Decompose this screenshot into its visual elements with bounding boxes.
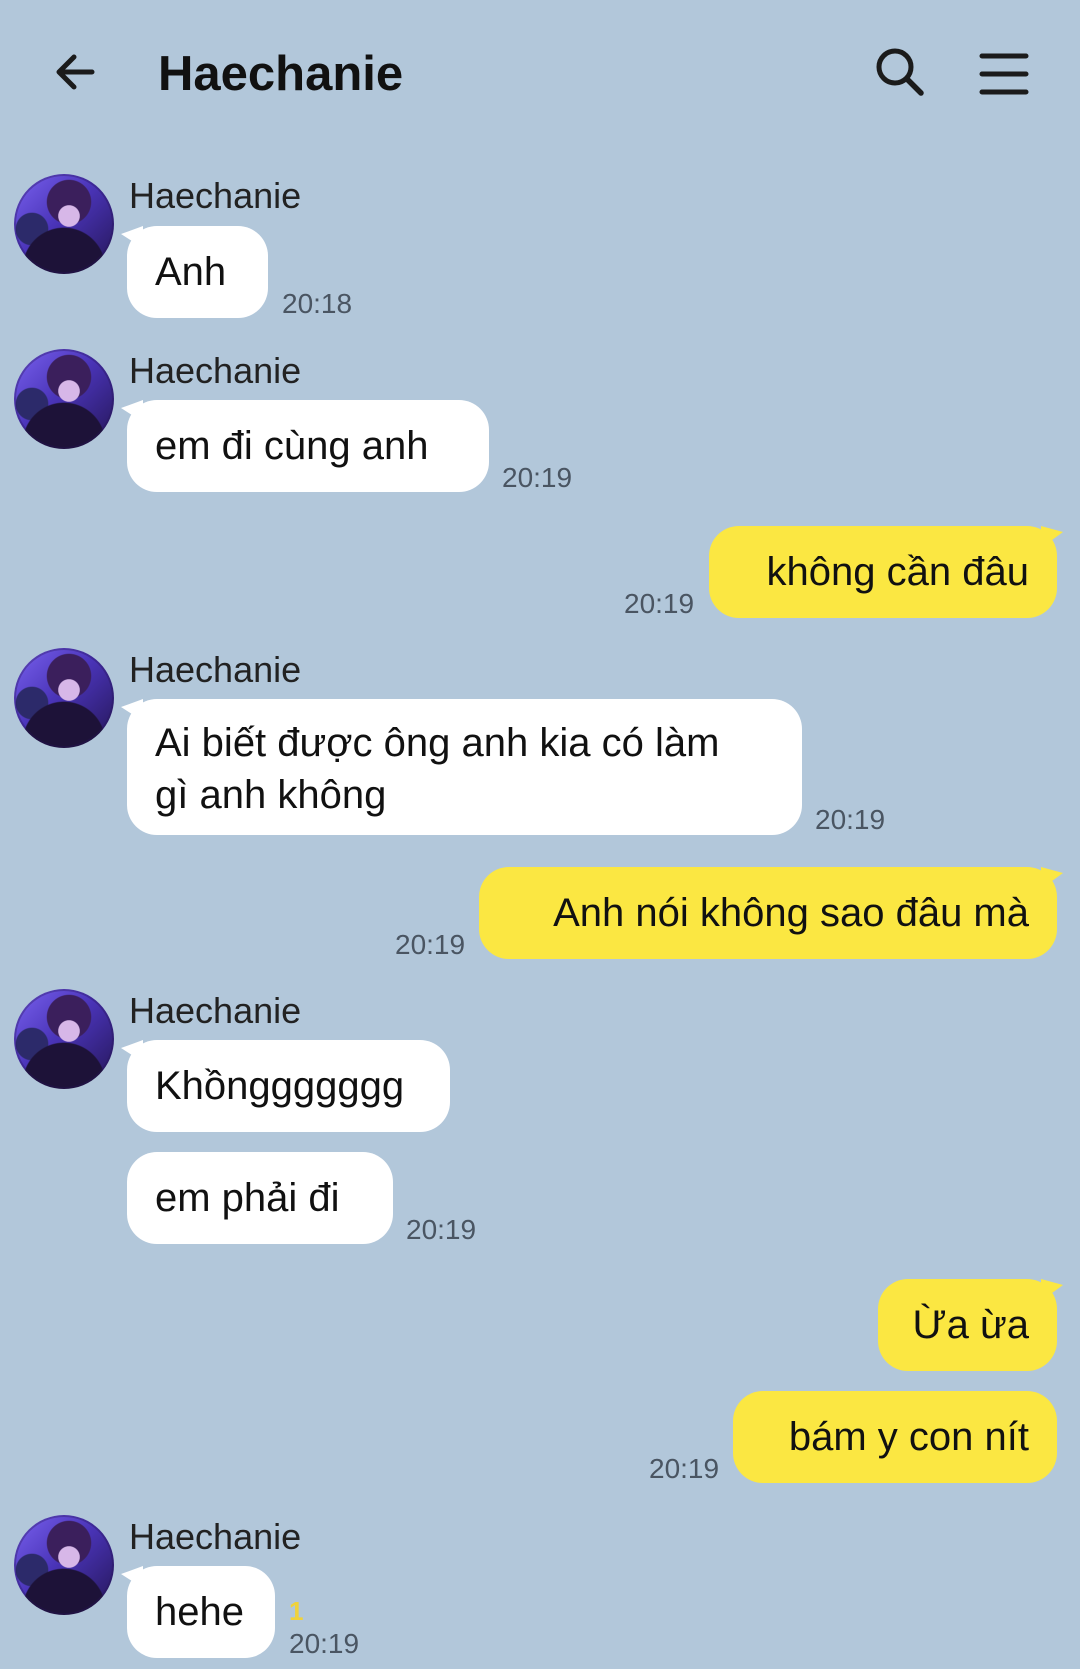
message-time: 20:18 <box>282 288 353 319</box>
back-button[interactable] <box>48 44 104 100</box>
message-time: 20:19 <box>502 462 573 493</box>
avatar[interactable] <box>14 989 114 1089</box>
message-time: 20:19 <box>395 929 466 960</box>
message-text-line: Ai biết được ông anh kia có làm <box>155 721 720 765</box>
bubble-tail <box>1041 867 1063 889</box>
message-bubble-outgoing[interactable]: không cần đâu <box>709 526 1057 618</box>
message-bubble-outgoing[interactable]: Ừa ừa <box>878 1279 1057 1371</box>
chat-header: Haechanie <box>0 0 1080 150</box>
sender-name: Haechanie <box>129 1516 302 1557</box>
sender-name: Haechanie <box>129 990 302 1031</box>
message-bubble-incoming[interactable]: hehe <box>127 1566 275 1658</box>
message-bubble-incoming[interactable]: em đi cùng anh <box>127 400 489 492</box>
sender-name: Haechanie <box>129 175 302 216</box>
sender-name: Haechanie <box>129 649 302 690</box>
message-bubble-incoming[interactable]: em phải đi <box>127 1152 393 1244</box>
menu-button[interactable] <box>976 46 1032 102</box>
sender-name: Haechanie <box>129 350 302 391</box>
chat-title: Haechanie <box>158 47 404 101</box>
avatar[interactable] <box>14 1515 114 1615</box>
message-time: 20:19 <box>815 804 886 835</box>
arrow-left-icon <box>56 54 95 90</box>
avatar[interactable] <box>14 174 114 274</box>
message-bubble-outgoing[interactable]: Anh nói không sao đâu mà <box>479 867 1057 959</box>
unread-count: 1 <box>289 1596 304 1626</box>
message-time: 20:19 <box>406 1214 477 1245</box>
message-bubble-outgoing[interactable]: bám y con nít <box>733 1391 1057 1483</box>
message-time: 20:19 <box>289 1628 360 1659</box>
avatar[interactable] <box>14 349 114 449</box>
bubble-tail <box>1041 1279 1063 1301</box>
search-icon <box>876 48 924 96</box>
message-bubble-incoming[interactable]: Ai biết được ông anh kia có làm gì anh k… <box>127 699 802 835</box>
message-bubble-incoming[interactable]: Khồnggggggg <box>127 1040 450 1132</box>
bubble-tail <box>1041 526 1063 548</box>
message-time: 20:19 <box>649 1453 720 1484</box>
message-text-line: gì anh không <box>155 773 387 817</box>
avatar[interactable] <box>14 648 114 748</box>
hamburger-menu-icon <box>979 53 1029 95</box>
message-bubble-incoming[interactable]: Anh <box>127 226 268 318</box>
message-time: 20:19 <box>624 588 695 619</box>
search-button[interactable] <box>872 44 928 100</box>
